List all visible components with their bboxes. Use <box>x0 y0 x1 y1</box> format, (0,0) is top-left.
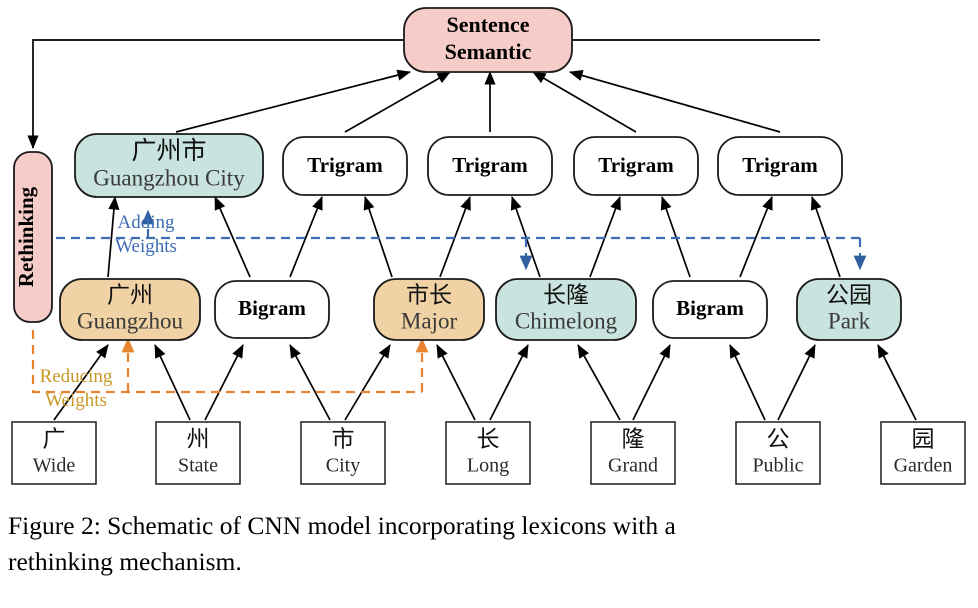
trigram-3-label: Trigram <box>598 153 674 177</box>
leaf-char-shi[interactable]: 市 City <box>300 421 386 485</box>
edges-trigram-to-sentence <box>175 69 781 133</box>
park-cn: 公园 <box>826 283 872 309</box>
node-trigram-2[interactable]: Trigram <box>427 136 553 196</box>
bigram-2-label: Bigram <box>676 296 744 320</box>
edges-bigram-to-trigram <box>107 195 841 278</box>
chimelong-cn: 长隆 <box>543 283 589 309</box>
char-shi-cn: 市 <box>332 427 355 453</box>
reducing-weights-line2: Weights <box>45 390 107 411</box>
major-en: Major <box>401 308 458 333</box>
node-trigram-3[interactable]: Trigram <box>573 136 699 196</box>
trigram-2-label: Trigram <box>452 153 528 177</box>
reducing-weights-line1: Reducing <box>40 366 113 387</box>
major-cn: 市长 <box>406 283 452 309</box>
leaf-char-chang[interactable]: 长 Long <box>445 421 531 485</box>
node-guangzhou[interactable]: 广州 Guangzhou <box>59 278 201 341</box>
char-long-cn: 隆 <box>622 427 645 453</box>
bigram-1-label: Bigram <box>238 296 306 320</box>
char-gong-cn: 公 <box>767 427 790 453</box>
sentence-semantic-line2: Semantic <box>445 39 532 64</box>
char-chang-cn: 长 <box>477 427 500 453</box>
node-major[interactable]: 市长 Major <box>373 278 485 341</box>
adding-weights-line1: Adding <box>118 212 176 233</box>
adding-weights-line2: Weights <box>115 236 177 257</box>
caption-line-1: Figure 2: Schematic of CNN model incorpo… <box>8 511 676 540</box>
char-zhou-en: State <box>178 455 218 477</box>
leaf-char-yuan[interactable]: 园 Garden <box>880 421 966 485</box>
rethinking-label: Rethinking <box>14 186 38 287</box>
leaf-char-guang[interactable]: 广 Wide <box>11 421 97 485</box>
park-en: Park <box>828 308 871 333</box>
node-sentence-semantic[interactable]: Sentence Semantic <box>403 7 573 73</box>
char-shi-en: City <box>326 455 360 477</box>
char-guang-en: Wide <box>33 455 76 477</box>
chimelong-en: Chimelong <box>515 308 618 333</box>
leaf-char-zhou[interactable]: 州 State <box>155 421 241 485</box>
node-trigram-1[interactable]: Trigram <box>282 136 408 196</box>
char-guang-cn: 广 <box>43 427 66 453</box>
char-chang-en: Long <box>467 455 509 477</box>
node-guangzhou-city[interactable]: 广州市 Guangzhou City <box>74 133 264 198</box>
node-bigram-1[interactable]: Bigram <box>214 280 330 339</box>
char-zhou-cn: 州 <box>187 427 210 453</box>
char-yuan-cn: 园 <box>912 427 935 453</box>
guangzhou-cn: 广州 <box>107 283 153 309</box>
leaf-char-gong[interactable]: 公 Public <box>735 421 821 485</box>
char-yuan-en: Garden <box>894 455 953 477</box>
guangzhou-city-cn: 广州市 <box>131 136 206 165</box>
sentence-semantic-line1: Sentence <box>446 12 529 37</box>
figure-caption: Figure 2: Schematic of CNN model incorpo… <box>8 508 970 580</box>
figure-2-schematic: Sentence Semantic Rethinking 广州市 Guangzh… <box>0 0 978 608</box>
guangzhou-en: Guangzhou <box>77 308 184 333</box>
node-bigram-2[interactable]: Bigram <box>652 280 768 339</box>
trigram-4-label: Trigram <box>742 153 818 177</box>
diagram-canvas: Sentence Semantic Rethinking 广州市 Guangzh… <box>11 7 966 485</box>
node-chimelong[interactable]: 长隆 Chimelong <box>495 278 637 341</box>
node-trigram-4[interactable]: Trigram <box>717 136 843 196</box>
char-gong-en: Public <box>752 455 803 477</box>
edges-char-to-bigram <box>53 344 917 421</box>
guangzhou-city-en: Guangzhou City <box>93 165 245 190</box>
node-park[interactable]: 公园 Park <box>796 278 902 341</box>
trigram-1-label: Trigram <box>307 153 383 177</box>
node-rethinking[interactable]: Rethinking <box>13 151 53 323</box>
char-long-en: Grand <box>608 455 658 477</box>
caption-line-2: rethinking mechanism. <box>8 547 242 576</box>
adding-weights-label: Adding Weights <box>115 212 177 257</box>
leaf-char-long[interactable]: 隆 Grand <box>590 421 676 485</box>
